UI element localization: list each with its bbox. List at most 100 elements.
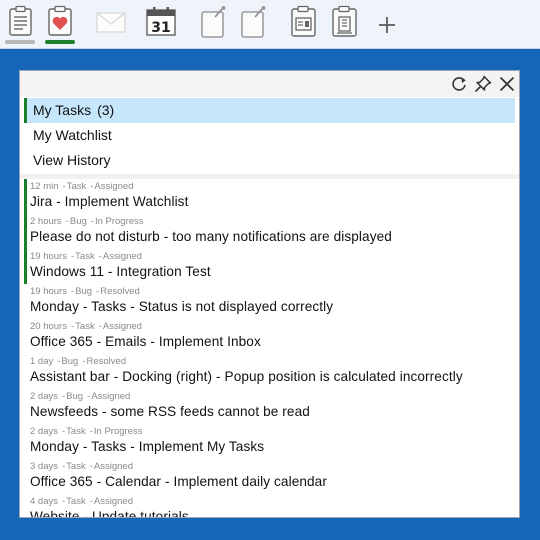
task-title: Monday - Tasks - Implement My Tasks <box>30 439 265 454</box>
meta-separator: - <box>89 496 93 507</box>
task-time: 1 day <box>30 356 54 367</box>
meta-separator: - <box>70 321 75 332</box>
meta-separator: - <box>62 181 66 192</box>
task-type: Task <box>75 321 95 332</box>
task-item[interactable]: 20 hours -Task -Assigned Office 365 - Email… <box>24 319 515 354</box>
task-type: Task <box>75 251 95 262</box>
menu-item-label: View History <box>33 152 111 168</box>
task-time: 4 days <box>30 496 58 507</box>
task-type: Task <box>66 496 86 507</box>
close-button[interactable] <box>497 74 517 94</box>
task-item[interactable]: 2 days -Task -In Progress Monday - Tasks - … <box>24 424 515 459</box>
note-icon <box>241 6 266 38</box>
task-item[interactable]: 3 days -Task -Assigned Office 365 - Calenda… <box>24 459 515 494</box>
task-type: Task <box>66 181 87 192</box>
task-count-badge: (3) <box>97 102 115 118</box>
task-type: Task <box>66 461 86 472</box>
meta-separator: - <box>96 286 100 297</box>
meta-separator: - <box>62 461 66 472</box>
pin-icon <box>474 75 492 93</box>
task-title: Website - Update tutorials <box>30 509 189 517</box>
meta-separator: - <box>82 356 86 367</box>
meta-separator: - <box>62 391 66 402</box>
task-title: Please do not disturb - too many notific… <box>30 229 392 244</box>
add-button[interactable] <box>370 3 404 45</box>
task-meta: 19 hours -Bug -Resolved <box>30 286 140 297</box>
menu-item-my-watchlist[interactable]: My Watchlist <box>24 123 515 148</box>
menu-item-my-tasks[interactable]: My Tasks (3) <box>24 98 515 123</box>
meta-separator: - <box>89 461 93 472</box>
meta-separator: - <box>70 251 75 262</box>
meta-separator: - <box>87 391 91 402</box>
meta-separator: - <box>98 251 102 262</box>
task-status: Assigned <box>102 251 142 262</box>
pin-button[interactable] <box>473 74 493 94</box>
meta-separator: - <box>90 216 94 227</box>
task-item[interactable]: 19 hours -Task -Assigned Windows 11 - Integ… <box>24 249 515 284</box>
task-type: Bug <box>61 356 79 367</box>
task-title: Windows 11 - Integration Test <box>30 264 211 279</box>
notes-button[interactable] <box>3 3 37 45</box>
sticky-note-button-1[interactable] <box>196 3 230 45</box>
menu-item-label: My Watchlist <box>33 127 112 143</box>
task-item[interactable]: 2 days -Bug -Assigned Newsfeeds - some RSS … <box>24 389 515 424</box>
task-meta: 19 hours -Task -Assigned <box>30 251 142 262</box>
task-time: 12 min <box>30 181 59 192</box>
task-item[interactable]: 4 days -Task -Assigned Website - Update tut… <box>24 494 515 517</box>
task-meta: 2 hours -Bug -In Progress <box>30 216 144 227</box>
task-item[interactable]: 2 hours -Bug -In Progress Please do not dis… <box>24 214 515 249</box>
task-meta: 4 days -Task -Assigned <box>30 496 133 507</box>
view-menu: My Tasks (3) My Watchlist View History <box>24 98 515 173</box>
task-title: Office 365 - Emails - Implement Inbox <box>30 334 261 349</box>
task-time: 2 days <box>30 391 58 402</box>
favorites-indicator <box>45 40 75 44</box>
task-status: Assigned <box>94 181 134 192</box>
meta-separator: - <box>65 216 69 227</box>
task-status: Resolved <box>86 356 127 367</box>
panel-header <box>20 71 519 97</box>
document-icon <box>9 5 32 36</box>
task-time: 2 days <box>30 426 58 437</box>
task-type: Bug <box>75 286 93 297</box>
task-item[interactable]: 12 min -Task -Assigned Jira - Implement Wat… <box>24 179 515 214</box>
meta-separator: - <box>62 426 66 437</box>
menu-item-label: My Tasks <box>33 102 92 118</box>
task-time: 20 hours <box>30 321 67 332</box>
task-meta: 3 days -Task -Assigned <box>30 461 133 472</box>
meta-separator: - <box>62 496 66 507</box>
meta-separator: - <box>90 181 94 192</box>
plus-icon <box>379 17 395 33</box>
task-type: Bug <box>69 216 87 227</box>
newspaper-icon <box>291 5 316 37</box>
newsfeed-button[interactable] <box>287 3 321 45</box>
task-title: Office 365 - Calendar - Implement daily … <box>30 474 327 489</box>
notes-indicator <box>5 40 35 44</box>
sticky-note-button-2[interactable] <box>236 3 270 45</box>
task-meta: 2 days -Task -In Progress <box>30 426 142 437</box>
task-item[interactable]: 19 hours -Bug -Resolved Monday - Tasks - St… <box>24 284 515 319</box>
meta-separator: - <box>57 356 61 367</box>
refresh-button[interactable] <box>449 74 469 94</box>
task-title: Monday - Tasks - Status is not displayed… <box>30 299 334 314</box>
favorites-button[interactable] <box>43 3 77 45</box>
task-item[interactable]: 1 day -Bug -Resolved Assistant bar - Dockin… <box>24 354 515 389</box>
company-button[interactable] <box>328 3 362 45</box>
task-meta: 2 days -Bug -Assigned <box>30 391 130 402</box>
task-status: Assigned <box>91 391 131 402</box>
task-time: 3 days <box>30 461 58 472</box>
mail-button[interactable] <box>94 3 128 45</box>
task-status: Assigned <box>102 321 142 332</box>
note-icon <box>201 6 226 38</box>
task-title: Assistant bar - Docking (right) - Popup … <box>30 369 463 384</box>
task-meta: 12 min -Task -Assigned <box>30 181 134 192</box>
task-list[interactable]: 12 min -Task -Assigned Jira - Implement Wat… <box>24 179 515 517</box>
calendar-button[interactable]: 31 <box>144 3 178 45</box>
calendar-icon: 31 <box>146 7 176 36</box>
meta-separator: - <box>89 426 93 437</box>
toolbar: 31 <box>0 0 540 49</box>
task-time: 19 hours <box>30 251 67 262</box>
menu-item-view-history[interactable]: View History <box>24 148 515 173</box>
meta-separator: - <box>70 286 75 297</box>
task-status: In Progress <box>93 426 143 437</box>
mail-icon <box>96 12 126 33</box>
